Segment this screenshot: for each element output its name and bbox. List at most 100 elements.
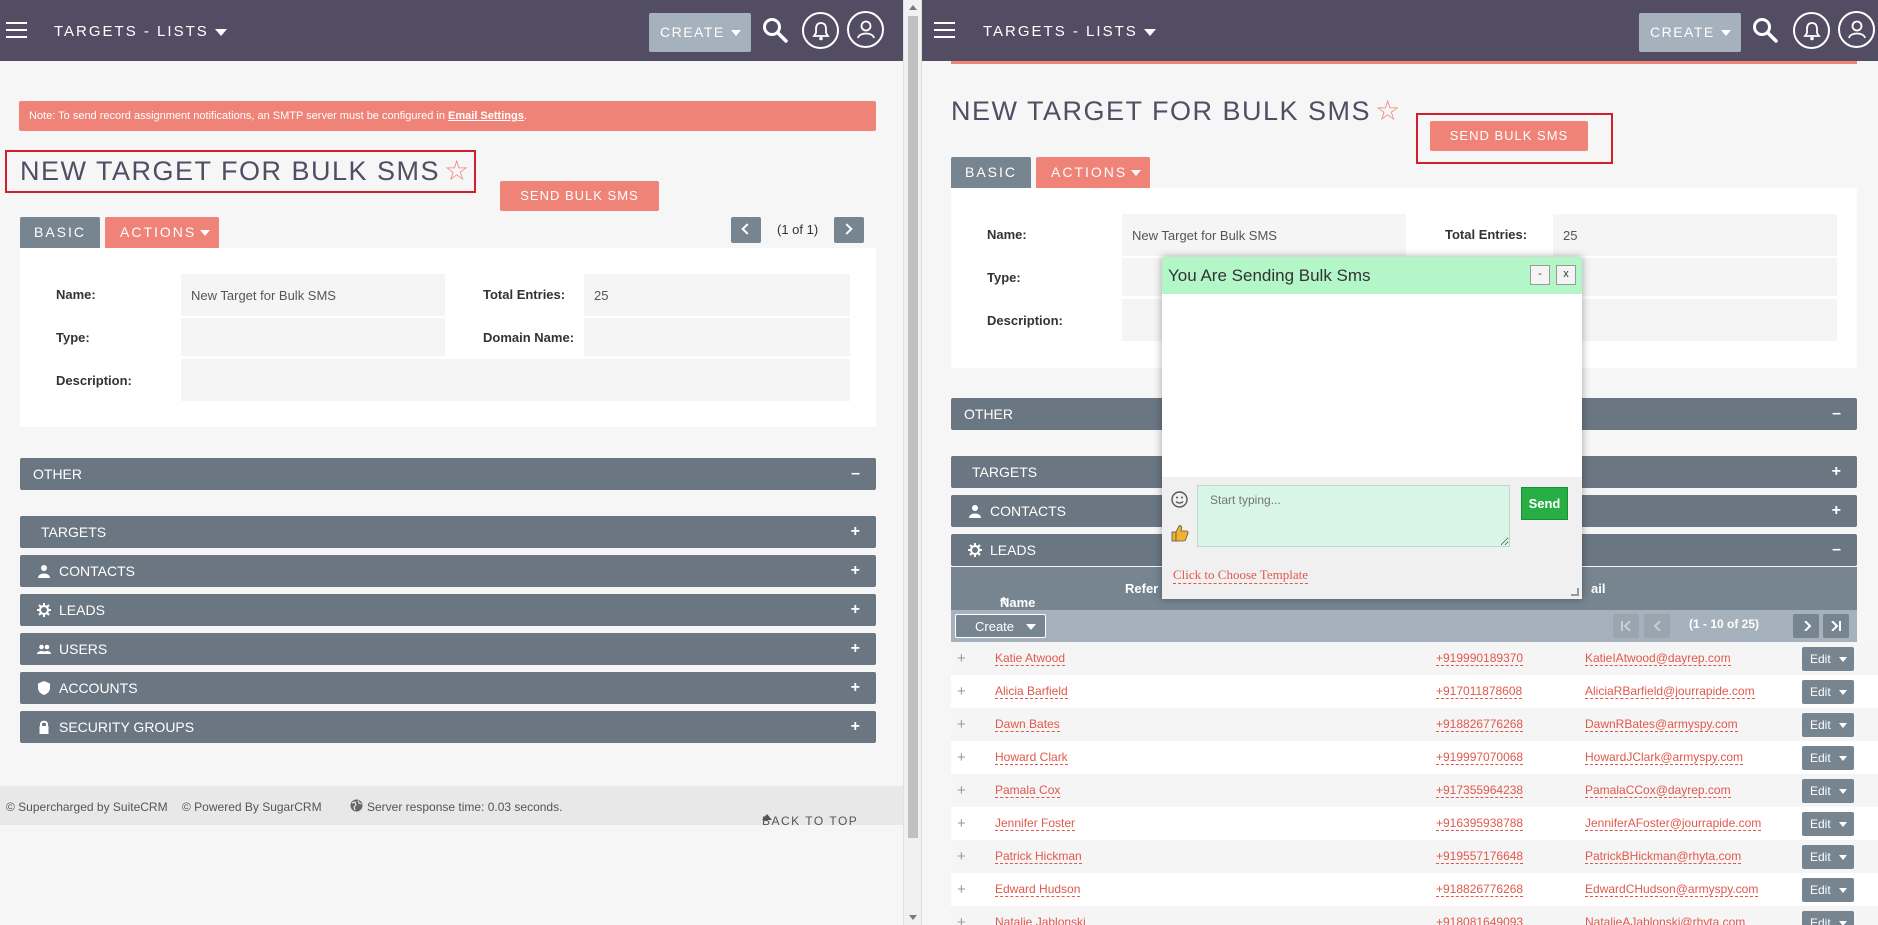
tab-basic[interactable]: BASIC (20, 217, 100, 248)
table-row[interactable]: + Alicia Barfield +917011878608 AliciaRBarf… (951, 675, 1878, 708)
lead-name-link[interactable]: Edward Hudson (995, 882, 1081, 897)
lead-phone-link[interactable]: +919557176648 (1436, 849, 1524, 864)
last-page-button[interactable] (1823, 614, 1849, 638)
tab-actions[interactable]: ACTIONS (1036, 157, 1150, 188)
lead-email-link[interactable]: JenniferAFoster@jourrapide.com (1585, 816, 1762, 831)
lead-phone-link[interactable]: +919990189370 (1436, 651, 1524, 666)
lead-email-link[interactable]: EdwardCHudson@armyspy.com (1585, 882, 1759, 897)
lead-phone-link[interactable]: +918826776268 (1436, 882, 1524, 897)
lead-email-link[interactable]: AliciaRBarfield@jourrapide.com (1585, 684, 1755, 699)
lead-name-link[interactable]: Jennifer Foster (995, 816, 1076, 831)
resize-handle-icon[interactable] (1571, 588, 1579, 596)
send-bulk-sms-button[interactable]: SEND BULK SMS (500, 181, 659, 211)
previous-page-button[interactable] (1644, 614, 1670, 638)
bulk-sms-dialog-header[interactable]: You Are Sending Bulk Sms - x (1162, 257, 1582, 294)
user-profile-button[interactable] (1838, 11, 1875, 48)
expand-row-icon[interactable]: + (957, 848, 966, 865)
lead-phone-link[interactable]: +918826776268 (1436, 717, 1524, 732)
leads-create-button[interactable]: Create (955, 614, 1046, 638)
previous-record-button[interactable] (731, 217, 761, 243)
table-row[interactable]: + Edward Hudson +918826776268 EdwardCHudson… (951, 873, 1878, 906)
hamburger-menu-icon[interactable] (6, 22, 27, 38)
favorite-star-icon[interactable]: ☆ (1375, 95, 1402, 126)
subpanel-leads[interactable]: LEADS + (20, 594, 876, 626)
subpanel-security-groups[interactable]: SECURITY GROUPS + (20, 711, 876, 743)
table-row[interactable]: + Katie Atwood +919990189370 KatieIAtwood@d… (951, 642, 1878, 675)
lead-email-link[interactable]: PamalaCCox@dayrep.com (1585, 783, 1731, 798)
hamburger-menu-icon[interactable] (934, 22, 955, 38)
lead-name-link[interactable]: Natalie Jablonski (995, 915, 1086, 925)
lead-email-link[interactable]: PatrickBHickman@rhyta.com (1585, 849, 1742, 864)
thumbs-up-icon[interactable] (1171, 524, 1189, 542)
panel-other[interactable]: OTHER – (20, 458, 876, 490)
expand-row-icon[interactable]: + (957, 683, 966, 700)
choose-template-link[interactable]: Click to Choose Template (1173, 567, 1308, 584)
module-menu[interactable]: TARGETS - LISTS (983, 23, 1156, 40)
lead-name-link[interactable]: Howard Clark (995, 750, 1068, 765)
message-input[interactable] (1197, 485, 1510, 547)
close-button[interactable]: x (1556, 265, 1576, 285)
subpanel-users[interactable]: USERS + (20, 633, 876, 665)
lead-email-link[interactable]: KatieIAtwood@dayrep.com (1585, 651, 1731, 666)
edit-button[interactable]: Edit (1802, 812, 1854, 836)
next-page-button[interactable] (1793, 614, 1819, 638)
lead-phone-link[interactable]: +916395938788 (1436, 816, 1524, 831)
edit-button[interactable]: Edit (1802, 878, 1854, 902)
column-refer[interactable]: Refer (1125, 581, 1158, 596)
module-menu[interactable]: TARGETS - LISTS (54, 23, 227, 40)
favorite-star-icon[interactable]: ☆ (444, 155, 471, 186)
vertical-scrollbar[interactable] (903, 0, 922, 925)
lead-email-link[interactable]: HowardJClark@armyspy.com (1585, 750, 1743, 765)
lead-name-link[interactable]: Dawn Bates (995, 717, 1060, 732)
lead-email-link[interactable]: NatalieAJablonski@rhyta.com (1585, 915, 1745, 925)
emoji-icon[interactable] (1171, 491, 1188, 508)
minimize-button[interactable]: - (1530, 265, 1550, 285)
subpanel-contacts[interactable]: CONTACTS + (20, 555, 876, 587)
table-row[interactable]: + Patrick Hickman +919557176648 PatrickBHic… (951, 840, 1878, 873)
lead-name-link[interactable]: Pamala Cox (995, 783, 1061, 798)
expand-row-icon[interactable]: + (957, 650, 966, 667)
supercharged-text[interactable]: © Supercharged by SuiteCRM (6, 800, 168, 814)
lead-name-link[interactable]: Katie Atwood (995, 651, 1066, 666)
search-icon[interactable] (1752, 17, 1778, 43)
table-row[interactable]: + Dawn Bates +918826776268 DawnRBates@armys… (951, 708, 1878, 741)
send-button[interactable]: Send (1521, 487, 1568, 520)
user-profile-button[interactable] (847, 11, 884, 48)
powered-text[interactable]: © Powered By SugarCRM (182, 800, 322, 814)
create-button[interactable]: CREATE (1639, 13, 1741, 52)
tab-basic[interactable]: BASIC (951, 157, 1031, 188)
table-row[interactable]: + Pamala Cox +917355964238 PamalaCCox@dayre… (951, 774, 1878, 807)
lead-name-link[interactable]: Patrick Hickman (995, 849, 1082, 864)
edit-button[interactable]: Edit (1802, 911, 1854, 925)
expand-row-icon[interactable]: + (957, 749, 966, 766)
table-row[interactable]: + Natalie Jablonski +918081649093 NatalieAJ… (951, 906, 1878, 925)
expand-row-icon[interactable]: + (957, 716, 966, 733)
scroll-up-arrow-icon[interactable] (909, 5, 917, 10)
notifications-button[interactable] (802, 12, 839, 49)
lead-phone-link[interactable]: +919997070068 (1436, 750, 1524, 765)
create-button[interactable]: CREATE (649, 13, 751, 52)
edit-button[interactable]: Edit (1802, 845, 1854, 869)
subpanel-targets[interactable]: TARGETS + (20, 516, 876, 548)
expand-row-icon[interactable]: + (957, 782, 966, 799)
expand-row-icon[interactable]: + (957, 815, 966, 832)
lead-name-link[interactable]: Alicia Barfield (995, 684, 1068, 699)
send-bulk-sms-button[interactable]: SEND BULK SMS (1430, 121, 1588, 151)
lead-phone-link[interactable]: +917011878608 (1436, 684, 1523, 699)
lead-phone-link[interactable]: +918081649093 (1436, 915, 1523, 925)
edit-button[interactable]: Edit (1802, 713, 1854, 737)
edit-button[interactable]: Edit (1802, 647, 1854, 671)
edit-button[interactable]: Edit (1802, 779, 1854, 803)
edit-button[interactable]: Edit (1802, 746, 1854, 770)
expand-row-icon[interactable]: + (957, 914, 966, 925)
table-row[interactable]: + Jennifer Foster +916395938788 JenniferAFo… (951, 807, 1878, 840)
column-email[interactable]: ail (1591, 581, 1605, 596)
notifications-button[interactable] (1793, 12, 1830, 49)
search-icon[interactable] (762, 17, 788, 43)
expand-row-icon[interactable]: + (957, 881, 966, 898)
first-page-button[interactable] (1613, 614, 1639, 638)
tab-actions[interactable]: ACTIONS (105, 217, 219, 248)
table-row[interactable]: + Howard Clark +919997070068 HowardJClark@a… (951, 741, 1878, 774)
edit-button[interactable]: Edit (1802, 680, 1854, 704)
lead-phone-link[interactable]: +917355964238 (1436, 783, 1524, 798)
